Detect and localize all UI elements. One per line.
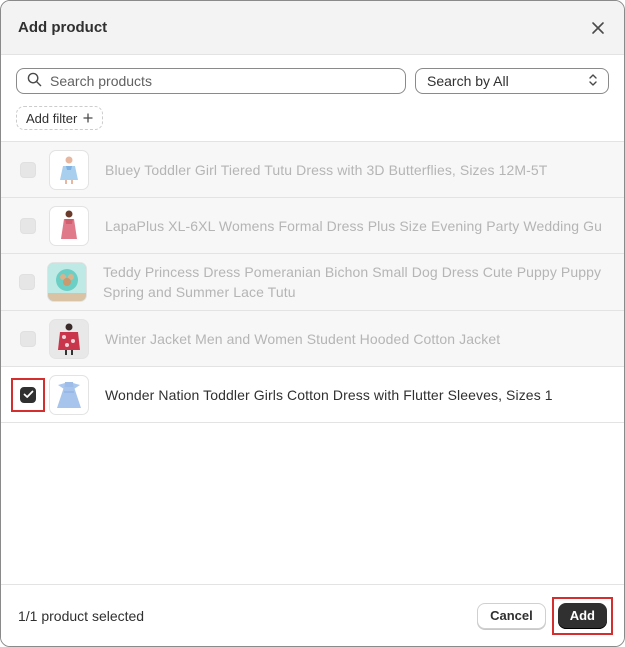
product-checkbox[interactable] bbox=[19, 273, 35, 291]
product-thumbnail bbox=[49, 149, 89, 190]
product-thumbnail bbox=[47, 262, 87, 302]
product-checkbox[interactable] bbox=[19, 217, 37, 235]
product-checkbox[interactable] bbox=[19, 161, 37, 179]
product-thumbnail bbox=[49, 318, 89, 359]
product-checkbox[interactable] bbox=[19, 330, 37, 348]
product-row: Bluey Toddler Girl Tiered Tutu Dress wit… bbox=[1, 142, 624, 198]
product-row: LapaPlus XL-6XL Womens Formal Dress Plus… bbox=[1, 198, 624, 254]
modal-title: Add product bbox=[18, 19, 108, 36]
plus-icon bbox=[83, 111, 93, 126]
modal-footer: 1/1 product selected Cancel Add bbox=[1, 584, 624, 646]
product-thumbnail bbox=[49, 205, 89, 246]
search-icon bbox=[27, 72, 42, 90]
search-by-select[interactable]: Search by All bbox=[415, 68, 609, 94]
product-row: Wonder Nation Toddler Girls Cotton Dress… bbox=[1, 367, 624, 423]
product-row: Teddy Princess Dress Pomeranian Bichon S… bbox=[1, 254, 624, 311]
product-list: Bluey Toddler Girl Tiered Tutu Dress wit… bbox=[1, 141, 624, 423]
add-button-highlight bbox=[551, 596, 613, 635]
close-icon[interactable] bbox=[588, 18, 608, 38]
product-title: Wonder Nation Toddler Girls Cotton Dress… bbox=[105, 386, 553, 403]
search-by-label: Search by All bbox=[427, 73, 509, 89]
checkbox-highlight bbox=[11, 377, 45, 412]
product-title: Bluey Toddler Girl Tiered Tutu Dress wit… bbox=[105, 161, 548, 178]
product-title: LapaPlus XL-6XL Womens Formal Dress Plus… bbox=[105, 217, 602, 234]
modal-header: Add product bbox=[1, 1, 624, 55]
search-field[interactable] bbox=[16, 68, 406, 94]
add-product-modal: Add product Search by All Add filter bbox=[0, 0, 625, 647]
product-row: Winter Jacket Men and Women Student Hood… bbox=[1, 311, 624, 367]
selection-status: 1/1 product selected bbox=[18, 607, 145, 624]
cancel-button[interactable]: Cancel bbox=[477, 602, 546, 629]
add-filter-label: Add filter bbox=[26, 110, 78, 126]
add-filter-button[interactable]: Add filter bbox=[16, 106, 104, 130]
product-title: Winter Jacket Men and Women Student Hood… bbox=[105, 330, 501, 347]
toolbar: Search by All Add filter bbox=[1, 55, 624, 141]
product-title: Teddy Princess Dress Pomeranian Bichon S… bbox=[103, 264, 602, 300]
search-input[interactable] bbox=[50, 73, 395, 89]
product-thumbnail bbox=[49, 374, 89, 415]
product-checkbox[interactable] bbox=[11, 377, 45, 412]
chevron-up-down-icon bbox=[588, 73, 598, 90]
